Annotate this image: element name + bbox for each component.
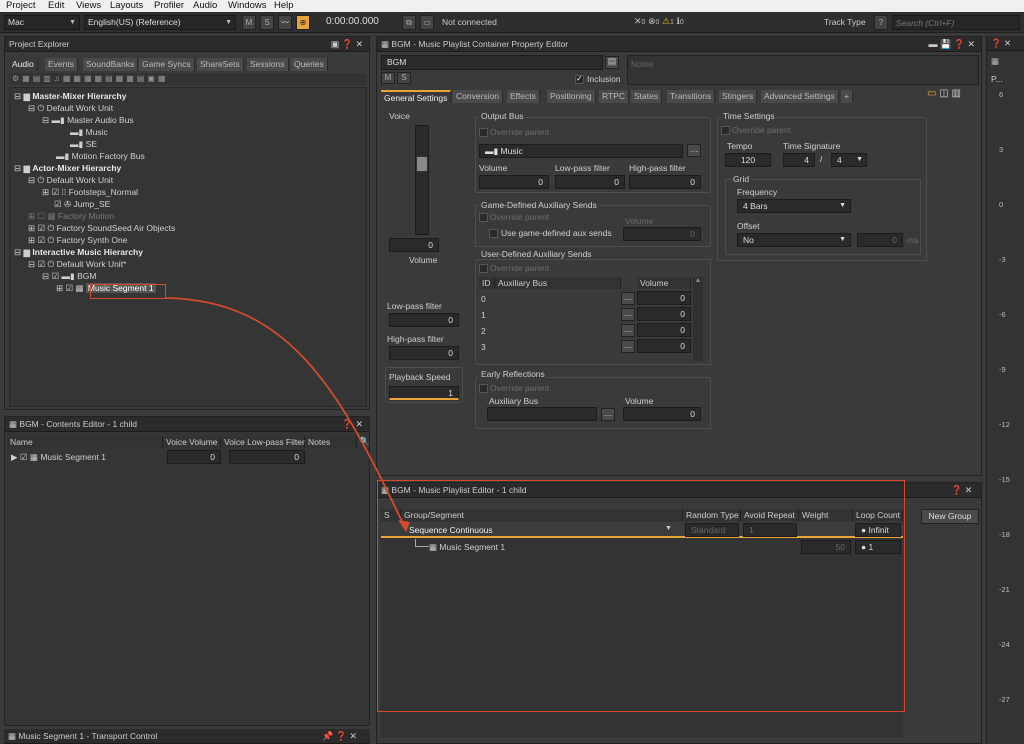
meter-tick: -21 (999, 585, 1010, 594)
meter-tick: -9 (999, 365, 1006, 374)
meter-tick: -24 (999, 640, 1010, 649)
meter-tick: -6 (999, 310, 1006, 319)
meter-panel: ❓ ✕ ▦ P... 6 3 0 -3 -6 -9 -12 -15 -18 -21 -24 -27 (986, 36, 1024, 744)
meter-tick: 0 (999, 200, 1004, 209)
close-icon[interactable]: ✕ (1004, 38, 1011, 48)
meter-tick: -18 (999, 530, 1010, 539)
help-icon[interactable]: ❓ (991, 38, 1004, 48)
meter-tick: -27 (999, 695, 1010, 704)
annotation-arrow (165, 297, 410, 532)
meter-tick: -15 (999, 475, 1010, 484)
meter-tick: 6 (999, 90, 1004, 99)
meter-tick: -3 (999, 255, 1006, 264)
meter-tick: 3 (999, 145, 1004, 154)
meter-title: ❓ ✕ (987, 36, 1024, 51)
meter-tick: -12 (999, 420, 1010, 429)
meter-scale: 6 3 0 -3 -6 -9 -12 -15 -18 -21 -24 -27 (987, 88, 1024, 744)
meter-label: P... (991, 74, 1003, 84)
meter-icon: ▦ (991, 56, 1000, 66)
